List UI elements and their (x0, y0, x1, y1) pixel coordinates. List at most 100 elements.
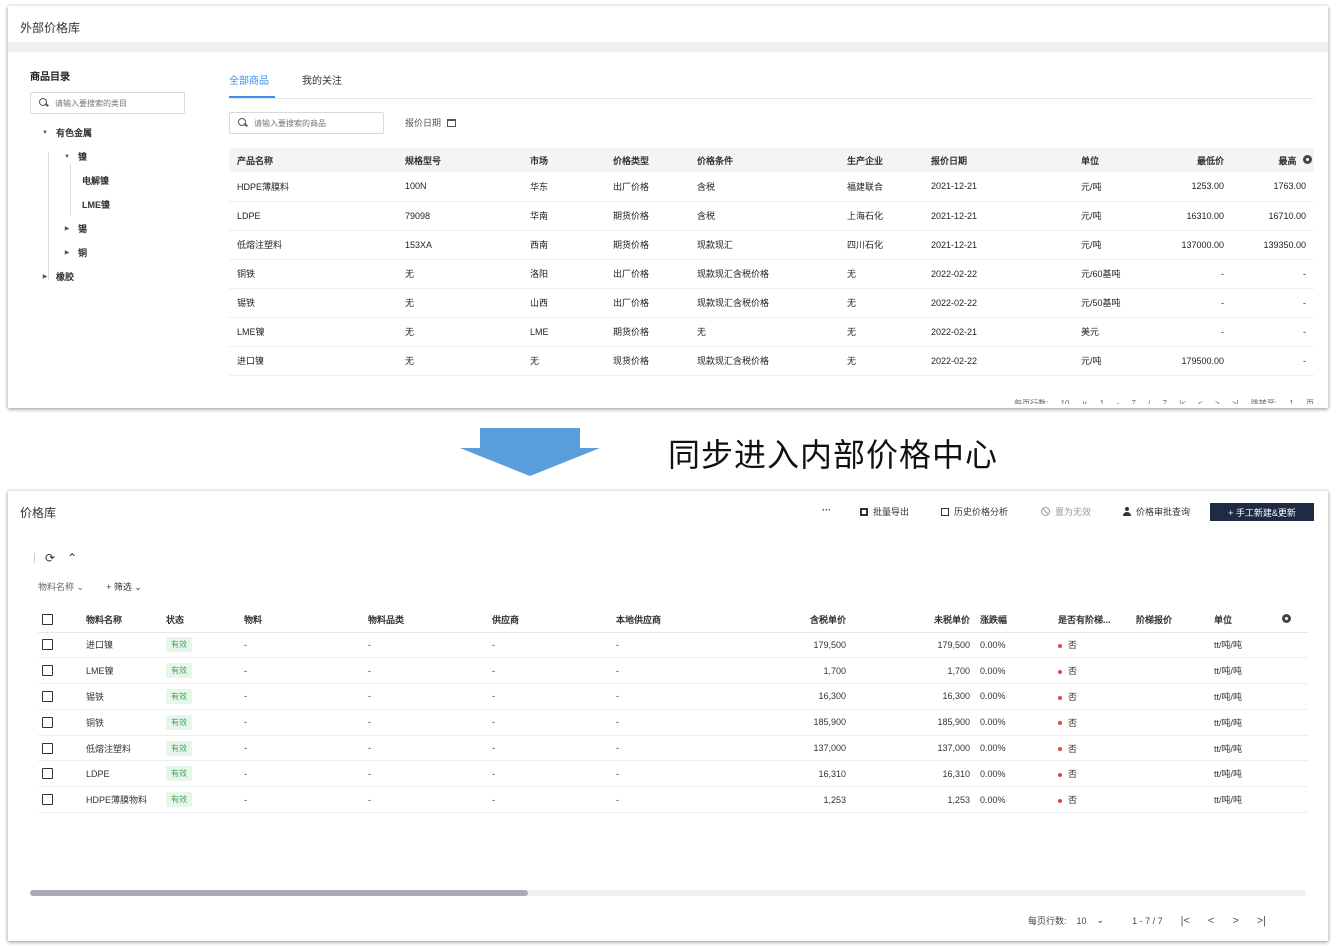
tree-item-electrolytic-nickel[interactable]: 电解镍 (82, 174, 109, 187)
quote-date-filter[interactable]: 报价日期 (405, 116, 457, 129)
table-row[interactable]: HDPE薄膜料 100N 华东 出厂价格 含税 福建联合 2021-12-21 元/吨 1253… (229, 172, 1314, 202)
table-cell: - (612, 657, 732, 685)
table-cell: 元/吨 (1073, 172, 1148, 202)
table-row[interactable]: 进口镍 有效 - - - -179,500 179,500 0.00% 否 tt/吨/吨 (38, 632, 1308, 659)
select-all-checkbox[interactable] (42, 614, 53, 626)
tree-item-copper[interactable]: ▶ 铜 (62, 246, 87, 259)
table-cell (1278, 632, 1308, 659)
table-cell: 有效 (162, 735, 240, 762)
table-cell: 西南 (522, 230, 605, 260)
table-cell: 元/吨 (1073, 201, 1148, 231)
table-cell: - (364, 632, 488, 659)
table-row[interactable]: 低熔注塑料 有效 - - - -137,000 137,000 0.00% 否 tt/吨/吨 (38, 735, 1308, 762)
table-cell: 有效 (162, 786, 240, 814)
table-row[interactable]: 锡铁 有效 - - - -16,300 16,300 0.00% 否 tt/吨/吨 (38, 683, 1308, 710)
collapse-icon[interactable]: ⌃ (67, 551, 77, 565)
product-search-box[interactable] (229, 112, 384, 134)
table-cell: - (612, 632, 732, 659)
history-analysis-button[interactable]: 历史价格分析 (941, 505, 1008, 518)
table-cell: - (488, 735, 612, 762)
add-filter-button[interactable]: + 筛选 ⌄ (106, 580, 142, 593)
table-cell: 洛阳 (522, 259, 605, 289)
table-cell: - (240, 735, 364, 762)
table-cell: 否 (1054, 709, 1132, 736)
table-cell: - (364, 786, 488, 814)
table-cell: 无 (397, 259, 522, 289)
table-cell (1132, 657, 1210, 685)
table-row[interactable]: LME镍无 LME 期货价格无无 2022-02-21 美元 - - (229, 317, 1314, 347)
table-cell: 四川石化 (839, 230, 923, 260)
catalog-search-input[interactable] (55, 98, 175, 108)
horizontal-scrollbar[interactable] (30, 890, 1306, 896)
next-page-icon[interactable]: > (1232, 915, 1238, 927)
table-row[interactable]: 进口镍无无现货价格 现款现汇含税价格无 2022-02-22 元/吨 179500.00… (229, 346, 1314, 376)
prev-page-icon[interactable]: < (1208, 915, 1214, 927)
col-header: 单位 (1210, 608, 1278, 633)
chart-icon (941, 507, 949, 516)
filter-field-dropdown[interactable]: 物料名称 ⌄ (38, 580, 84, 593)
tree-item-nickel[interactable]: ▼ 镍 (62, 150, 87, 163)
col-header: 生产企业 (839, 148, 923, 172)
page-size-label: 每页行数: (1028, 916, 1067, 926)
table-cell: 含税 (689, 172, 839, 202)
table-cell: - (240, 632, 364, 659)
more-actions-button[interactable]: ··· (822, 505, 831, 515)
table-row[interactable]: 锡铁无山西 出厂价格 现款现汇含税价格无 2022-02-22 元/50基吨 - - (229, 288, 1314, 318)
column-settings-icon[interactable] (1303, 154, 1312, 164)
table-cell: - (364, 760, 488, 788)
table-cell: 0.00% (976, 632, 1054, 659)
table-row[interactable]: LDPE 79098 华南 期货价格 含税 上海石化 2021-12-21 元/吨 16310.… (229, 201, 1314, 231)
table-cell (1132, 632, 1210, 659)
table-cell: 无 (397, 346, 522, 376)
product-search-input[interactable] (254, 118, 374, 128)
col-header: 规格型号 (397, 148, 522, 172)
column-settings-icon[interactable] (1282, 614, 1291, 624)
table-row[interactable]: 低熔注塑料 153XA 西南 期货价格 现款现汇 四川石化 2021-12-21 元/吨 137… (229, 230, 1314, 260)
internal-price-table: 物料名称 状态 物料 物料品类 供应商 本地供应商 含税单价 未税单价 涨跌幅 … (38, 608, 1308, 814)
tree-item-rubber[interactable]: ▶ 橡胶 (40, 270, 74, 283)
catalog-search-box[interactable] (30, 92, 185, 114)
table-row[interactable]: LME镍 有效 - - - -1,700 1,700 0.00% 否 tt/吨/吨 (38, 657, 1308, 685)
table-cell: HDPE薄膜料 (229, 172, 397, 202)
row-checkbox[interactable] (42, 742, 53, 754)
table-row[interactable]: 铜铁 有效 - - - -185,900 185,900 0.00% 否 tt/吨/吨 (38, 709, 1308, 736)
col-header: 物料 (240, 608, 364, 633)
table-cell: 福建联合 (839, 172, 923, 202)
manual-create-update-button[interactable]: + 手工新建&更新 (1210, 503, 1314, 521)
table-cell: 0.00% (976, 657, 1054, 685)
table-cell: - (240, 657, 364, 685)
set-invalid-button[interactable]: 置为无效 (1041, 505, 1091, 518)
row-checkbox[interactable] (42, 665, 53, 677)
batch-export-button[interactable]: 批量导出 (860, 505, 909, 518)
row-checkbox[interactable] (42, 716, 53, 728)
first-page-icon[interactable]: |< (1181, 915, 1190, 927)
table-row[interactable]: 铜铁无洛阳 出厂价格 现款现汇含税价格无 2022-02-22 元/60基吨 - - (229, 259, 1314, 289)
price-approval-query-button[interactable]: 价格审批查询 (1123, 505, 1190, 518)
page-size-select[interactable]: 10 ⌄ (1077, 915, 1105, 926)
scrollbar-thumb[interactable] (30, 890, 528, 896)
tab-my-follow[interactable]: 我的关注 (302, 72, 342, 87)
table-cell: tt/吨/吨 (1210, 760, 1278, 788)
table-cell: 0.00% (976, 786, 1054, 814)
refresh-icon[interactable]: ⟳ (45, 551, 55, 565)
col-header: 状态 (162, 608, 240, 633)
tab-all-products[interactable]: 全部商品 (229, 72, 269, 87)
table-cell: - (240, 786, 364, 814)
table-cell (1132, 786, 1210, 814)
user-icon (1123, 507, 1131, 516)
row-checkbox[interactable] (42, 639, 53, 651)
row-checkbox[interactable] (42, 794, 53, 806)
table-cell: 2021-12-21 (923, 201, 1073, 231)
row-checkbox[interactable] (42, 691, 53, 703)
table-cell: 16310.00 (1148, 201, 1232, 231)
table-row[interactable]: HDPE薄膜物料 有效 - - - -1,253 1,253 0.00% 否 tt/吨/吨 (38, 786, 1308, 814)
last-page-icon[interactable]: >| (1257, 915, 1266, 927)
table-cell: 1,253 (852, 786, 976, 814)
tree-item-tin[interactable]: ▶ 锡 (62, 222, 87, 235)
tree-item-lme-nickel[interactable]: LME镍 (82, 198, 110, 211)
tree-item-nonferrous[interactable]: ▼ 有色金属 (40, 126, 92, 139)
row-checkbox[interactable] (42, 768, 53, 780)
table-row[interactable]: LDPE 有效 - - - -16,310 16,310 0.00% 否 tt/吨/吨 (38, 760, 1308, 788)
table-cell: 16,310 (852, 760, 976, 788)
table-cell: 2021-12-21 (923, 172, 1073, 202)
